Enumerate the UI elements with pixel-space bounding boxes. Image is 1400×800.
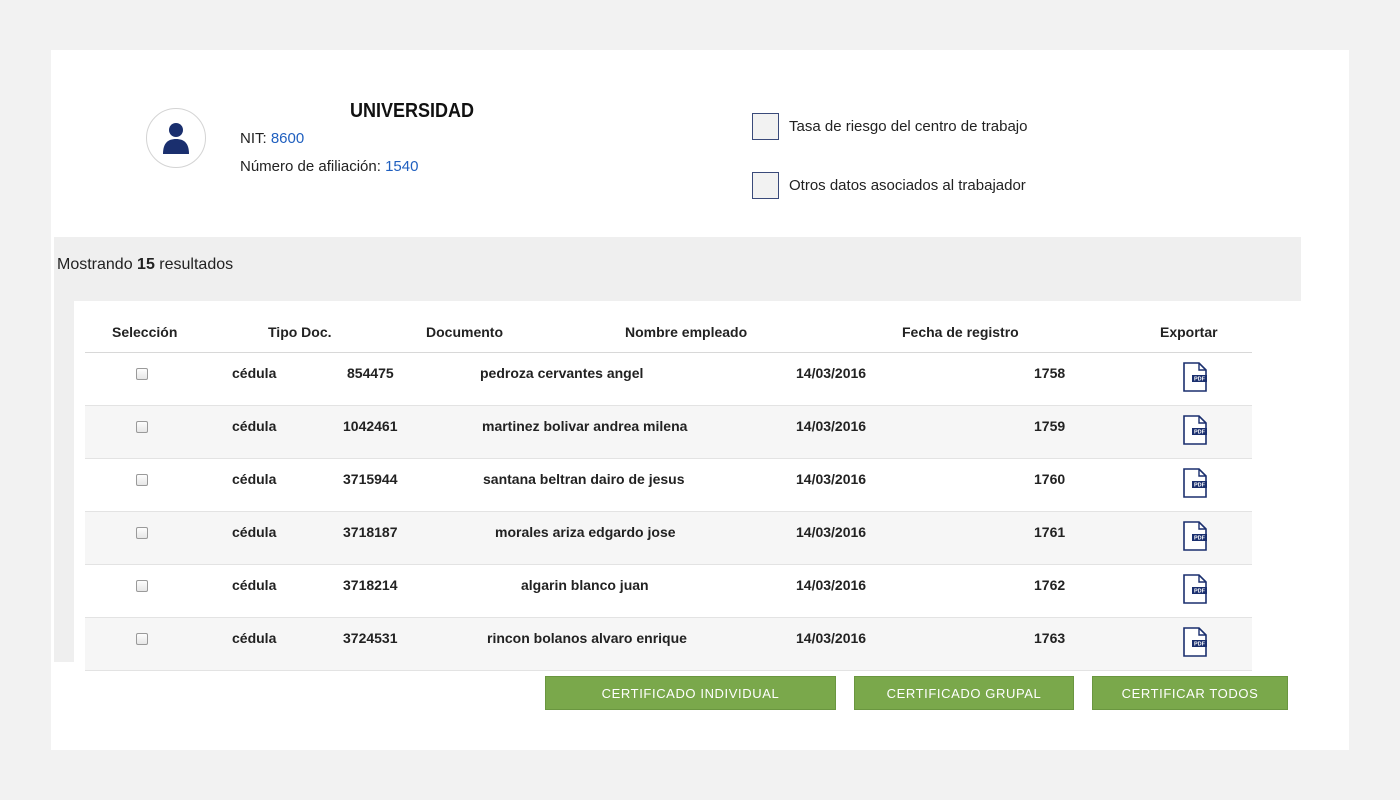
cell-fecha: 14/03/2016 [796, 630, 867, 646]
cell-nombre: algarin blanco juan [521, 577, 649, 593]
header-tipo-doc: Tipo Doc. [268, 324, 332, 340]
cell-numero: 1761 [1034, 524, 1066, 540]
pdf-icon[interactable]: PDF [1182, 415, 1208, 445]
header-exportar: Exportar [1160, 324, 1218, 340]
otros-datos-label: Otros datos asociados al trabajador [789, 177, 1026, 194]
cell-numero: 1758 [1034, 365, 1066, 381]
table-row: cédula 3718187 morales ariza edgardo jos… [85, 512, 1252, 565]
pdf-icon[interactable]: PDF [1182, 521, 1208, 551]
pdf-icon[interactable]: PDF [1182, 362, 1208, 392]
results-suffix: resultados [159, 256, 234, 273]
main-panel: UNIVERSIDAD NIT: 8600 Número de afiliaci… [51, 50, 1349, 750]
row-select-checkbox[interactable] [136, 580, 148, 592]
results-bar [54, 237, 1301, 301]
table-row: cédula 3724531 rincon bolanos alvaro enr… [85, 618, 1252, 671]
cell-fecha: 14/03/2016 [796, 365, 867, 381]
results-summary: Mostrando 15 resultados [57, 256, 233, 274]
pdf-icon[interactable]: PDF [1182, 574, 1208, 604]
certificado-individual-button[interactable]: CERTIFICADO INDIVIDUAL [545, 676, 836, 710]
table-header: Selección Tipo Doc. Documento Nombre emp… [85, 316, 1252, 353]
cell-numero: 1760 [1034, 471, 1066, 487]
cell-nombre: pedroza cervantes angel [480, 365, 644, 381]
cell-nombre: santana beltran dairo de jesus [483, 471, 685, 487]
option-otros-datos[interactable]: Otros datos asociados al trabajador [752, 172, 1026, 199]
cell-documento: 854475 [347, 365, 394, 381]
tasa-riesgo-label: Tasa de riesgo del centro de trabajo [789, 118, 1028, 135]
pdf-label: PDF [1194, 430, 1206, 436]
cell-documento: 3715944 [343, 471, 398, 487]
header-seleccion: Selección [112, 324, 178, 340]
pdf-label: PDF [1194, 377, 1206, 383]
cell-tipo: cédula [232, 471, 277, 487]
cell-fecha: 14/03/2016 [796, 577, 867, 593]
header-nombre: Nombre empleado [625, 324, 748, 340]
company-name: UNIVERSIDAD [350, 100, 475, 122]
pdf-label: PDF [1194, 589, 1206, 595]
option-tasa-riesgo[interactable]: Tasa de riesgo del centro de trabajo [752, 113, 1027, 140]
row-select-checkbox[interactable] [136, 421, 148, 433]
cell-documento: 3718187 [343, 524, 398, 540]
table-row: cédula 3718214 algarin blanco juan 14/03… [85, 565, 1252, 618]
user-icon [163, 123, 189, 154]
company-afiliacion: Número de afiliación: 1540 [240, 158, 418, 175]
otros-datos-checkbox[interactable] [752, 172, 779, 199]
cell-numero: 1762 [1034, 577, 1066, 593]
results-count: 15 [137, 256, 155, 273]
employees-table: Selección Tipo Doc. Documento Nombre emp… [85, 316, 1252, 671]
afiliacion-label: Número de afiliación: [240, 158, 381, 175]
company-avatar [146, 108, 206, 168]
pdf-icon[interactable]: PDF [1182, 627, 1208, 657]
pdf-label: PDF [1194, 536, 1206, 542]
row-select-checkbox[interactable] [136, 633, 148, 645]
cell-fecha: 14/03/2016 [796, 418, 867, 434]
pdf-icon[interactable]: PDF [1182, 468, 1208, 498]
cell-tipo: cédula [232, 630, 277, 646]
row-select-checkbox[interactable] [136, 474, 148, 486]
results-side-strip [54, 301, 74, 662]
certificar-todos-button[interactable]: CERTIFICAR TODOS [1092, 676, 1288, 710]
results-prefix: Mostrando [57, 256, 133, 273]
table-row: cédula 3715944 santana beltran dairo de … [85, 459, 1252, 512]
cell-nombre: rincon bolanos alvaro enrique [487, 630, 687, 646]
cell-tipo: cédula [232, 418, 277, 434]
nit-value: 8600 [270, 130, 305, 147]
company-nit: NIT: 8600 [240, 130, 304, 147]
cell-numero: 1763 [1034, 630, 1066, 646]
row-select-checkbox[interactable] [136, 368, 148, 380]
header-fecha: Fecha de registro [902, 324, 1019, 340]
cell-tipo: cédula [232, 365, 277, 381]
table-row: cédula 854475 pedroza cervantes angel 14… [85, 353, 1252, 406]
certificado-grupal-button[interactable]: CERTIFICADO GRUPAL [854, 676, 1074, 710]
cell-nombre: morales ariza edgardo jose [495, 524, 676, 540]
cell-documento: 3718214 [343, 577, 398, 593]
cell-nombre: martinez bolivar andrea milena [482, 418, 688, 434]
row-select-checkbox[interactable] [136, 527, 148, 539]
cell-tipo: cédula [232, 577, 277, 593]
cell-numero: 1759 [1034, 418, 1066, 434]
pdf-label: PDF [1194, 483, 1206, 489]
afiliacion-value: 1540 [385, 158, 419, 175]
table-row: cédula 1042461 martinez bolivar andrea m… [85, 406, 1252, 459]
nit-label: NIT: [240, 130, 267, 147]
cell-tipo: cédula [232, 524, 277, 540]
cell-fecha: 14/03/2016 [796, 471, 867, 487]
header-documento: Documento [426, 324, 503, 340]
cell-documento: 3724531 [343, 630, 398, 646]
cell-fecha: 14/03/2016 [796, 524, 867, 540]
tasa-riesgo-checkbox[interactable] [752, 113, 779, 140]
pdf-label: PDF [1194, 642, 1206, 648]
cell-documento: 1042461 [343, 418, 398, 434]
